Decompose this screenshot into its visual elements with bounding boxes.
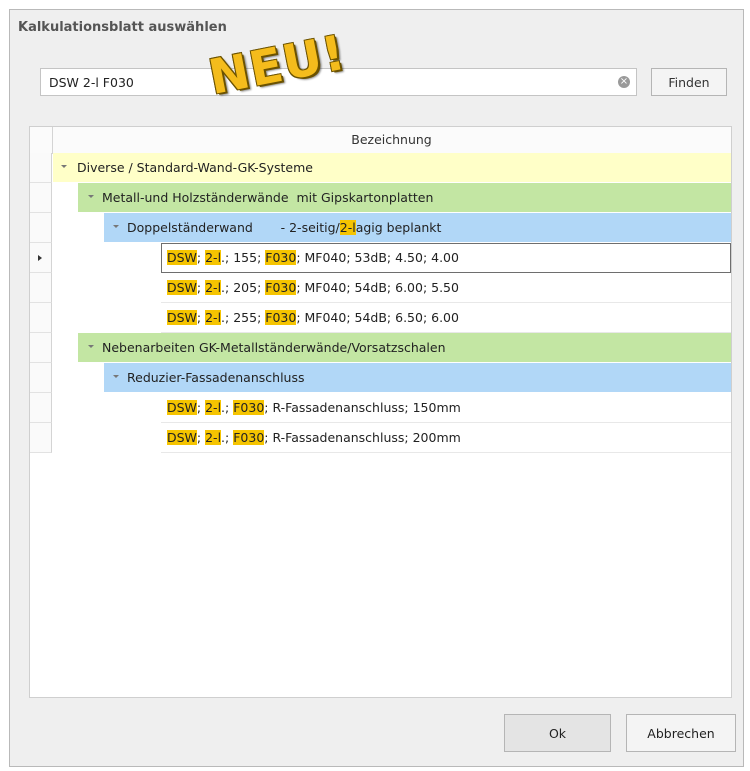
table-row[interactable]: DSW; 2-l.; 155; F030; MF040; 53dB; 4.50;… bbox=[30, 243, 731, 273]
collapse-icon[interactable] bbox=[113, 225, 119, 228]
row-indicator bbox=[30, 153, 52, 183]
node-label: Nebenarbeiten GK-Metallständerwände/Vors… bbox=[102, 340, 446, 355]
dialog-title: Kalkulationsblatt auswählen bbox=[18, 20, 227, 35]
collapse-icon[interactable] bbox=[88, 195, 94, 198]
collapse-icon[interactable] bbox=[88, 345, 94, 348]
row-indicator bbox=[30, 243, 52, 273]
node-label: Reduzier-Fassadenanschluss bbox=[127, 370, 305, 385]
row-indicator-header bbox=[30, 127, 53, 153]
cancel-button[interactable]: Abbrechen bbox=[626, 714, 736, 752]
ok-button[interactable]: Ok bbox=[504, 714, 611, 752]
clear-icon[interactable]: × bbox=[618, 76, 630, 88]
row-indicator bbox=[30, 183, 52, 213]
column-header-bezeichnung[interactable]: Bezeichnung bbox=[52, 127, 731, 153]
tree-node-subgroup[interactable]: Nebenarbeiten GK-Metallständerwände/Vors… bbox=[30, 333, 731, 363]
current-row-arrow-icon bbox=[38, 255, 42, 261]
node-label: Metall-und Holzständerwände mit Gipskart… bbox=[102, 190, 434, 205]
row-label: DSW; 2-l.; 255; F030; MF040; 54dB; 6.50;… bbox=[167, 310, 459, 325]
tree-node-subgroup[interactable]: Metall-und Holzständerwände mit Gipskart… bbox=[30, 183, 731, 213]
find-button[interactable]: Finden bbox=[651, 68, 727, 96]
row-label: DSW; 2-l.; 205; F030; MF040; 54dB; 6.00;… bbox=[167, 280, 459, 295]
select-sheet-dialog: Kalkulationsblatt auswählen × Finden NEU… bbox=[9, 9, 744, 767]
grid-header: Bezeichnung bbox=[30, 127, 731, 154]
tree-node-category[interactable]: Doppelständerwand - 2-seitig/2-lagig bep… bbox=[30, 213, 731, 243]
tree-grid: Bezeichnung Diverse / Standard-Wand-GK-S… bbox=[29, 126, 732, 698]
row-indicator bbox=[30, 303, 52, 333]
table-row[interactable]: DSW; 2-l.; F030; R-Fassadenanschluss; 15… bbox=[30, 393, 731, 423]
search-highlight: 2-l bbox=[339, 220, 356, 235]
node-label: Doppelständerwand - 2-seitig/2-lagig bep… bbox=[127, 220, 442, 235]
collapse-icon[interactable] bbox=[113, 375, 119, 378]
row-indicator bbox=[30, 363, 52, 393]
row-label: DSW; 2-l.; F030; R-Fassadenanschluss; 15… bbox=[167, 400, 461, 415]
row-label: DSW; 2-l.; 155; F030; MF040; 53dB; 4.50;… bbox=[167, 250, 459, 265]
node-label: Diverse / Standard-Wand-GK-Systeme bbox=[77, 160, 313, 175]
row-indicator bbox=[30, 213, 52, 243]
tree-node-group[interactable]: Diverse / Standard-Wand-GK-Systeme bbox=[30, 153, 731, 183]
table-row[interactable]: DSW; 2-l.; 255; F030; MF040; 54dB; 6.50;… bbox=[30, 303, 731, 333]
tree-node-category[interactable]: Reduzier-Fassadenanschluss bbox=[30, 363, 731, 393]
row-indicator bbox=[30, 273, 52, 303]
table-row[interactable]: DSW; 2-l.; F030; R-Fassadenanschluss; 20… bbox=[30, 423, 731, 453]
collapse-icon[interactable] bbox=[61, 165, 67, 168]
row-indicator bbox=[30, 423, 52, 453]
row-label: DSW; 2-l.; F030; R-Fassadenanschluss; 20… bbox=[167, 430, 461, 445]
row-indicator bbox=[30, 393, 52, 423]
table-row[interactable]: DSW; 2-l.; 205; F030; MF040; 54dB; 6.00;… bbox=[30, 273, 731, 303]
row-indicator bbox=[30, 333, 52, 363]
